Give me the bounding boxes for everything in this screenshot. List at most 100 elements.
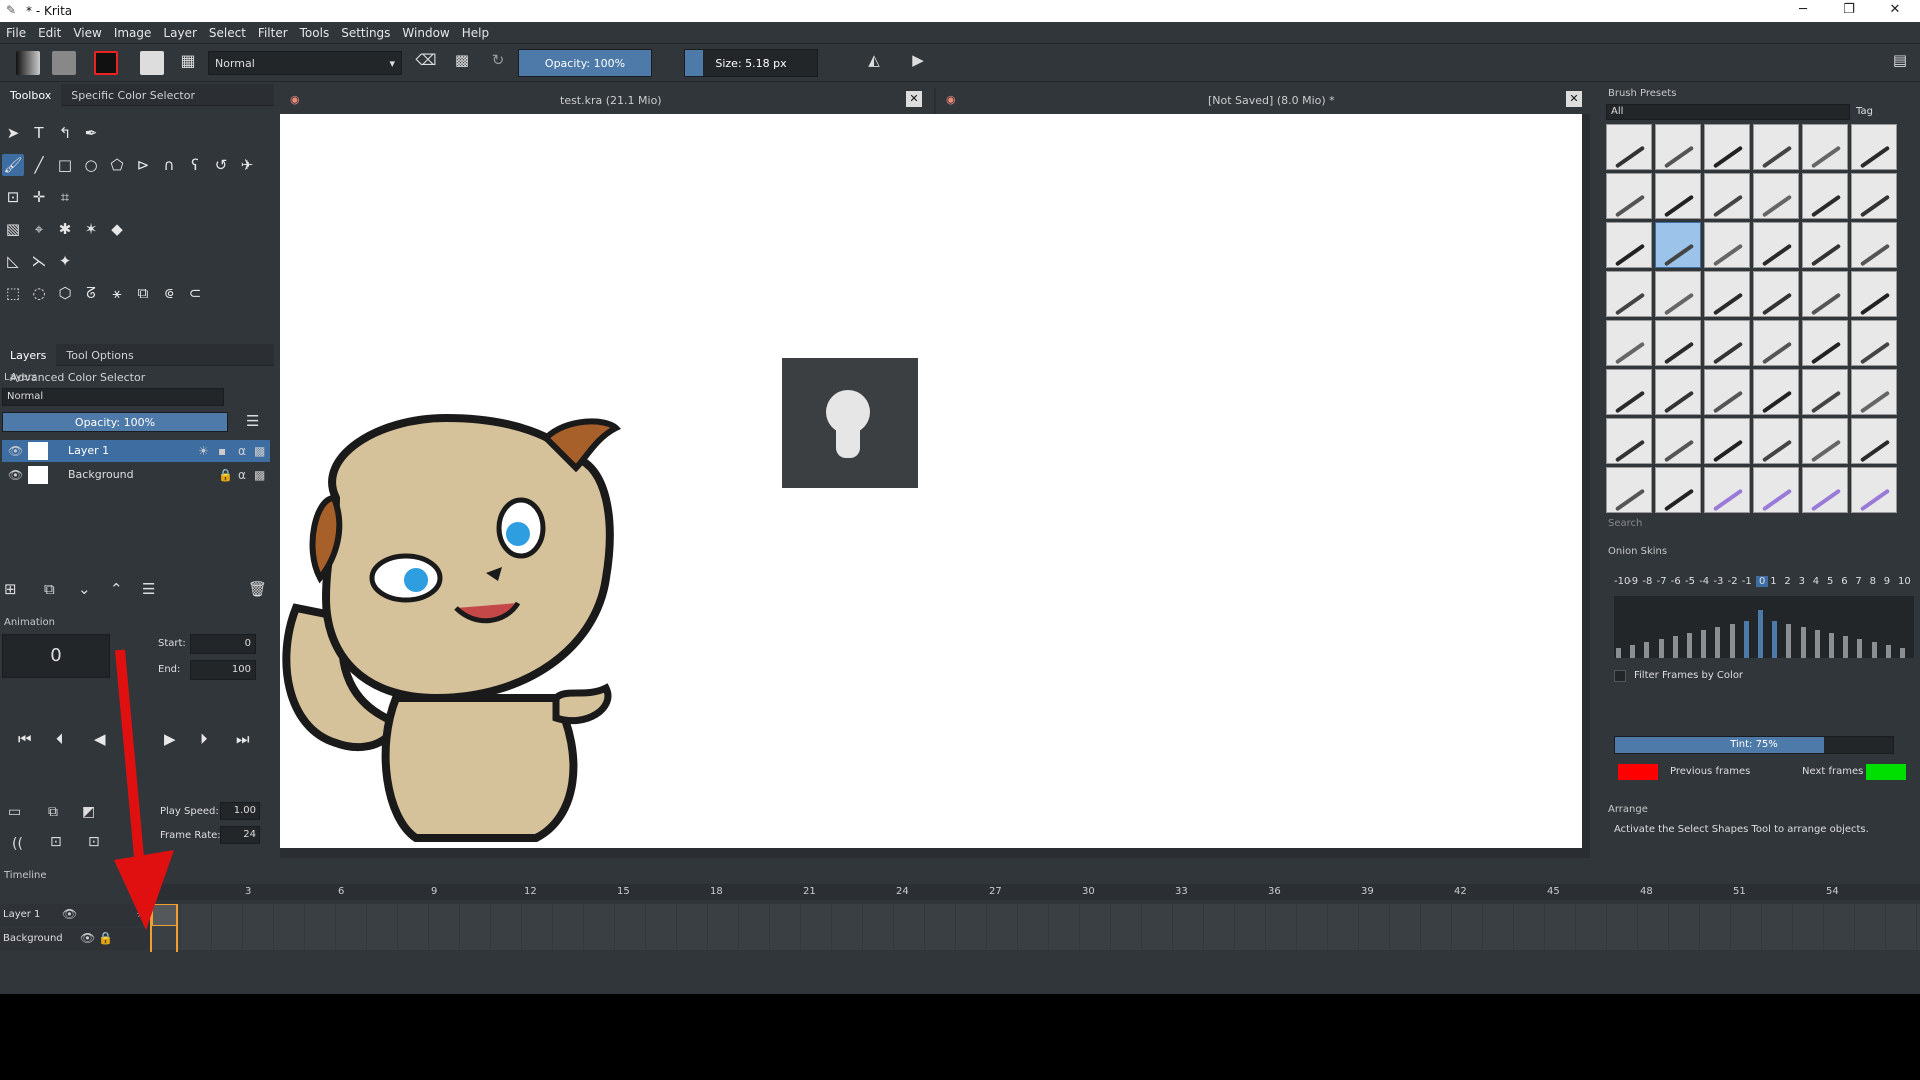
onion-opacity-bar[interactable] — [1743, 621, 1749, 658]
next-frame-icon[interactable]: ⏵ — [200, 730, 208, 748]
drawing-canvas[interactable] — [280, 114, 1582, 848]
alpha-icon[interactable]: α — [238, 468, 246, 482]
move-tool-icon[interactable]: ✛ — [28, 186, 50, 208]
brush-preset-tile[interactable] — [1802, 222, 1848, 268]
start-field[interactable]: 0 — [190, 634, 256, 654]
menu-edit[interactable]: Edit — [32, 22, 67, 40]
brush-preset-tile[interactable] — [1655, 173, 1701, 219]
onion-frame-number[interactable]: 2 — [1784, 576, 1790, 587]
move-up-icon[interactable]: ⌃ — [110, 580, 123, 598]
reload-icon[interactable]: ↻ — [486, 51, 510, 75]
brush-preset-tile[interactable] — [1802, 467, 1848, 513]
similar-select-icon[interactable]: ⧉ — [132, 282, 154, 304]
onion-opacity-bar[interactable] — [1672, 636, 1678, 658]
menu-layer[interactable]: Layer — [157, 22, 202, 40]
menu-select[interactable]: Select — [203, 22, 252, 40]
tint-slider[interactable]: Tint: 75% — [1614, 736, 1894, 754]
onion-frame-number[interactable]: -1 — [1742, 576, 1752, 587]
alpha-icon[interactable]: α — [238, 444, 246, 458]
duplicate-layer-icon[interactable]: ⧉ — [44, 580, 55, 598]
menu-window[interactable]: Window — [396, 22, 455, 40]
contiguous-select-icon[interactable]: ⚹ — [106, 282, 128, 304]
frame-rate-field[interactable]: 24 — [220, 826, 260, 844]
brush-preset-tile[interactable] — [1606, 418, 1652, 464]
layer-blend-mode-select[interactable]: Normal — [2, 388, 224, 406]
play-speed-field[interactable]: 1.00 — [220, 802, 260, 820]
brush-preset-tile[interactable] — [1851, 222, 1897, 268]
measure-tool-icon[interactable]: ◺ — [2, 250, 24, 272]
eye-icon[interactable]: 👁 — [62, 907, 77, 921]
onion-opacity-bar[interactable] — [1900, 648, 1905, 658]
brush-preset-tile[interactable] — [1753, 173, 1799, 219]
brush-preset-tile[interactable] — [1704, 271, 1750, 317]
polygon-select-icon[interactable]: ⬡ — [54, 282, 76, 304]
gradient-tool-icon[interactable]: ▧ — [2, 218, 24, 240]
workspace-icon[interactable]: ▤ — [1888, 51, 1912, 75]
color-selector-button[interactable] — [94, 51, 118, 75]
onion-opacity-bar[interactable] — [1758, 610, 1763, 658]
fill-tool-icon[interactable]: ◆ — [106, 218, 128, 240]
menu-filter[interactable]: Filter — [252, 22, 294, 40]
menu-settings[interactable]: Settings — [335, 22, 396, 40]
onion-opacity-bar[interactable] — [1630, 645, 1636, 658]
onion-opacity-bar[interactable] — [1857, 639, 1863, 658]
brush-preset-tile[interactable] — [1606, 271, 1652, 317]
brush-preset-tile[interactable] — [1606, 222, 1652, 268]
onion-opacity-bar[interactable] — [1885, 645, 1891, 658]
rectangle-tool-icon[interactable]: □ — [54, 154, 76, 176]
brush-preset-tile[interactable] — [1851, 320, 1897, 366]
onion-opacity-bar[interactable] — [1729, 624, 1735, 658]
onion-opacity-bar[interactable] — [1814, 630, 1820, 658]
brush-search-input[interactable]: Search — [1608, 518, 1642, 529]
onion-opacity-bars[interactable] — [1614, 596, 1914, 658]
bezier-tool-icon[interactable]: ∩ — [158, 154, 180, 176]
onion-opacity-bar[interactable] — [1829, 633, 1834, 658]
brush-preset-tile[interactable] — [1802, 124, 1848, 170]
layer-menu-icon[interactable]: ☰ — [142, 580, 155, 598]
onion-frame-number[interactable]: 8 — [1870, 576, 1876, 587]
next-frames-color[interactable] — [1866, 764, 1906, 780]
freehand-path-icon[interactable]: ʕ — [184, 154, 206, 176]
document-tab-1[interactable]: ◉ test.kra (21.1 Mio) ✕ — [280, 88, 934, 114]
close-tab-icon[interactable]: ✕ — [1566, 91, 1582, 107]
polyline-tool-icon[interactable]: ⊳ — [132, 154, 154, 176]
brush-preset-tile[interactable] — [1753, 320, 1799, 366]
onion-opacity-bar[interactable] — [1772, 621, 1778, 658]
onion-opacity-bar[interactable] — [1687, 633, 1692, 658]
crop-tool-icon[interactable]: ⌗ — [54, 186, 76, 208]
onion-opacity-bar[interactable] — [1843, 636, 1849, 658]
menu-view[interactable]: View — [67, 22, 107, 40]
brush-preset-tile[interactable] — [1802, 369, 1848, 415]
onion-opacity-bar[interactable] — [1786, 624, 1792, 658]
brush-preset-tile[interactable] — [1606, 467, 1652, 513]
brush-preset-tile[interactable] — [1704, 467, 1750, 513]
layer-row-background[interactable]: 👁 Background 🔒 α ▩ — [2, 464, 270, 486]
smart-patch-icon[interactable]: ✱ — [54, 218, 76, 240]
opacity-slider[interactable]: Opacity: 100% — [518, 49, 652, 77]
brush-preset-tile[interactable] — [1704, 222, 1750, 268]
brush-preset-tile[interactable] — [1704, 124, 1750, 170]
brush-preset-tile[interactable] — [1606, 124, 1652, 170]
close-tab-icon[interactable]: ✕ — [906, 91, 922, 107]
onion-opacity-bar[interactable] — [1701, 630, 1707, 658]
color-picker-icon[interactable]: ⌖ — [28, 218, 50, 240]
magnetic-select-icon[interactable]: ⊂ — [184, 282, 206, 304]
brush-preset-tile[interactable] — [1753, 222, 1799, 268]
onion-frame-number[interactable]: 7 — [1855, 576, 1861, 587]
multibrush-icon[interactable]: ✈ — [236, 154, 258, 176]
colorize-mask-icon[interactable]: ✶ — [80, 218, 102, 240]
menu-file[interactable]: File — [0, 22, 32, 40]
tab-layers[interactable]: Layers — [0, 344, 57, 366]
menu-tools[interactable]: Tools — [294, 22, 336, 40]
onion-opacity-bar[interactable] — [1715, 627, 1721, 658]
size-slider[interactable]: Size: 5.18 px — [684, 49, 818, 77]
eraser-icon[interactable]: ⌫ — [414, 51, 438, 75]
calligraphy-icon[interactable]: ✒ — [80, 122, 102, 144]
line-tool-icon[interactable]: ╱ — [28, 154, 50, 176]
brush-preset-tile[interactable] — [1851, 173, 1897, 219]
onion-frame-number[interactable]: 9 — [1884, 576, 1890, 587]
brush-preset-tile[interactable] — [1704, 418, 1750, 464]
tab-tool-options[interactable]: Tool Options — [56, 344, 143, 366]
tag-button[interactable]: Tag — [1856, 106, 1873, 117]
onion-frame-number[interactable]: 3 — [1799, 576, 1805, 587]
